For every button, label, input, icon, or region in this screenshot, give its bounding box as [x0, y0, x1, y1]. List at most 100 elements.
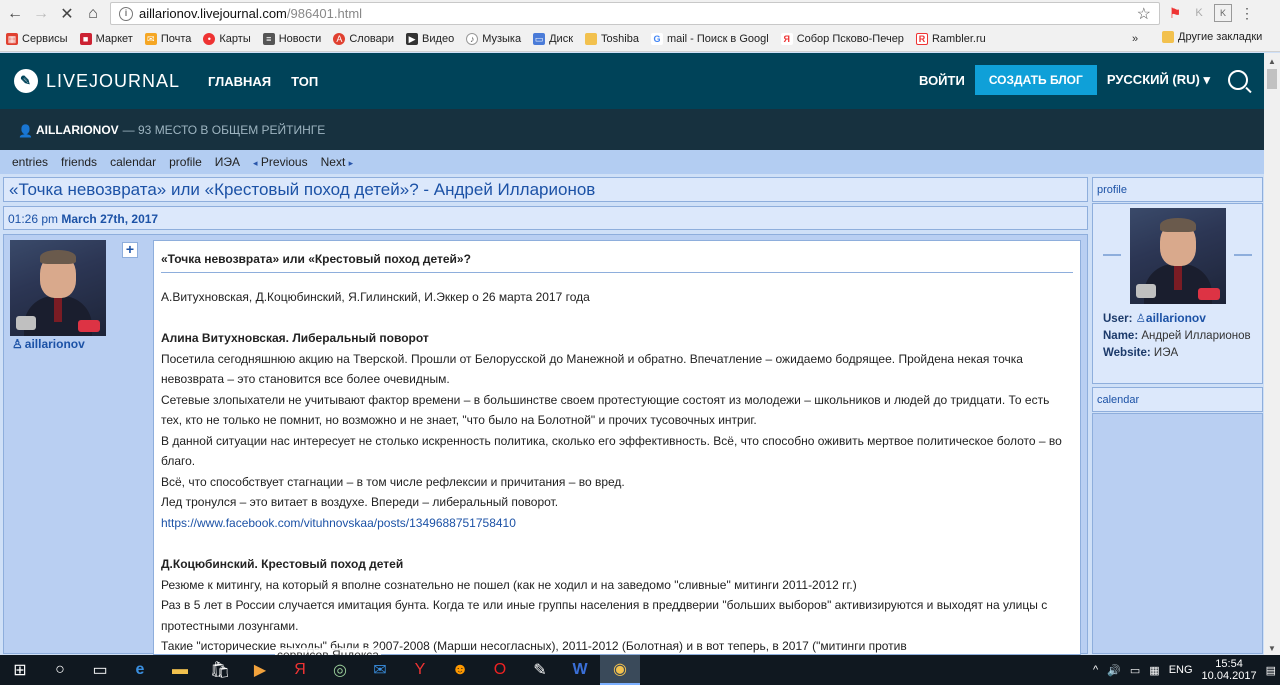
bookmark-star-icon[interactable]: ☆: [1137, 4, 1151, 24]
store-icon[interactable]: 🛍: [200, 655, 240, 685]
opera-icon[interactable]: O: [480, 655, 520, 685]
nav-calendar[interactable]: calendar: [110, 155, 156, 169]
chevron-left-icon: ◂: [253, 158, 258, 168]
bookmark-item[interactable]: ♪ Музыка: [466, 33, 521, 45]
nav-main-link[interactable]: ГЛАВНАЯ: [208, 74, 271, 89]
login-link[interactable]: ВОЙТИ: [919, 73, 965, 88]
notifications-icon[interactable]: ▤: [1266, 664, 1276, 677]
mail-icon[interactable]: ✉: [360, 655, 400, 685]
clock[interactable]: 15:54 10.04.2017: [1202, 658, 1257, 682]
profile-avatar[interactable]: [1130, 208, 1226, 304]
volume-icon[interactable]: 🔊: [1107, 664, 1121, 677]
app-orange-icon[interactable]: ☻: [440, 655, 480, 685]
bookmark-item[interactable]: A Словари: [333, 33, 394, 45]
entry-date: 01:26 pm March 27th, 2017: [3, 206, 1088, 230]
lj-pencil-icon: ✎: [14, 69, 38, 93]
bookmark-item[interactable]: Я Собор Псково-Печер: [780, 33, 904, 45]
language-selector[interactable]: РУССКИЙ (RU) ▾: [1107, 72, 1210, 88]
chrome-icon[interactable]: ◉: [600, 655, 640, 685]
nav-iea[interactable]: ИЭА: [215, 155, 240, 169]
nav-previous[interactable]: ◂ Previous: [253, 155, 308, 169]
bookmark-item[interactable]: ▦ Сервисы: [6, 33, 68, 45]
nav-next[interactable]: Next ▸: [321, 155, 354, 169]
word-icon[interactable]: W: [560, 655, 600, 685]
yandex-flag-extension-icon[interactable]: ⚑: [1166, 4, 1184, 22]
section-heading: Д.Коцюбинский. Крестовый поход детей: [161, 557, 404, 571]
windows-start-icon[interactable]: ⊞: [0, 655, 40, 685]
nav-friends[interactable]: friends: [61, 155, 97, 169]
nav-profile[interactable]: profile: [169, 155, 202, 169]
avatar[interactable]: [10, 240, 106, 336]
site-info-icon[interactable]: i: [119, 6, 133, 21]
home-icon[interactable]: ⌂: [82, 3, 104, 25]
nav-entries[interactable]: entries: [12, 155, 48, 169]
page-scrollbar[interactable]: ▲ ▼: [1264, 53, 1280, 655]
sidebar-calendar-header: calendar: [1092, 387, 1263, 412]
journal-rank: — 93 МЕСТО В ОБЩЕМ РЕЙТИНГЕ: [122, 122, 326, 137]
music-icon: ♪: [466, 33, 479, 45]
lj-logo[interactable]: ✎ LIVEJOURNAL: [14, 69, 180, 93]
bookmark-item[interactable]: ✉ Почта: [144, 33, 191, 45]
bookmark-item[interactable]: ■ Маркет: [79, 33, 133, 45]
bookmark-item[interactable]: ▭ Диск: [533, 33, 573, 45]
dictionary-icon: A: [333, 33, 346, 45]
forward-arrow-icon[interactable]: →: [30, 3, 52, 25]
add-memory-button[interactable]: +: [122, 242, 138, 258]
bookmarks-overflow-button[interactable]: »: [1132, 33, 1138, 45]
search-icon[interactable]: [1228, 70, 1248, 90]
bookmark-item[interactable]: • Карты: [203, 33, 251, 45]
profile-info: User: ♙aillarionov Name: Андрей Илларион…: [1103, 311, 1251, 359]
task-view-icon[interactable]: ▭: [80, 655, 120, 685]
scroll-thumb[interactable]: [1267, 69, 1277, 89]
folder-icon: [1162, 31, 1174, 43]
sidebar-profile: User: ♙aillarionov Name: Андрей Илларион…: [1092, 203, 1263, 384]
user-icon: ♙: [1135, 313, 1146, 325]
poster-username[interactable]: ♙ aillarionov: [12, 337, 85, 351]
battery-icon[interactable]: ▭: [1130, 664, 1140, 677]
k-extension-icon[interactable]: K: [1190, 4, 1208, 22]
entry-body: «Точка невозврата» или «Крестовый поход …: [153, 240, 1081, 655]
menu-dots-icon[interactable]: ⋮: [1238, 4, 1256, 22]
stop-loading-icon[interactable]: ✕: [56, 3, 78, 25]
profile-username[interactable]: aillarionov: [1146, 311, 1206, 325]
edge-icon[interactable]: e: [120, 655, 160, 685]
journal-owner-name[interactable]: AILLARIONOV: [36, 123, 119, 137]
facebook-link[interactable]: https://www.facebook.com/vituhnovskaa/po…: [161, 516, 516, 530]
entry-date-link[interactable]: March 27th, 2017: [61, 212, 158, 226]
bookmark-item[interactable]: ≡ Новости: [262, 33, 321, 45]
paragraph: Лед тронулся – это витает в воздухе. Впе…: [161, 495, 559, 509]
profile-website[interactable]: ИЭА: [1154, 347, 1178, 359]
rambler-icon: R: [915, 33, 928, 45]
yandex-browser-icon[interactable]: Y: [400, 655, 440, 685]
address-bar[interactable]: i aillarionov.livejournal.com/986401.htm…: [110, 2, 1160, 25]
nav-top-link[interactable]: ТОП: [291, 74, 318, 89]
media-player-icon[interactable]: ▶: [240, 655, 280, 685]
bookmark-item[interactable]: Toshiba: [585, 33, 639, 45]
entry-area: ♙ aillarionov + «Точка невозврата» или «…: [3, 234, 1088, 655]
folder-icon: [585, 33, 598, 45]
entry-title: «Точка невозврата» или «Крестовый поход …: [161, 249, 1073, 273]
network-icon[interactable]: ▦: [1149, 664, 1159, 677]
journal-nav: entries friends calendar profile ИЭА ◂ P…: [0, 150, 1264, 174]
kaspersky-extension-icon[interactable]: K: [1214, 4, 1232, 22]
tray-expand-icon[interactable]: ^: [1093, 664, 1098, 676]
system-tray: ^ 🔊 ▭ ▦ ENG 15:54 10.04.2017 ▤: [1093, 655, 1276, 685]
entry-time: 01:26 pm: [8, 212, 59, 226]
language-indicator[interactable]: ENG: [1169, 664, 1193, 676]
bookmark-item[interactable]: Gmail - Поиск в Googl: [650, 33, 769, 45]
scroll-down-icon[interactable]: ▼: [1268, 644, 1276, 653]
bookmark-item[interactable]: ▶ Видео: [406, 33, 454, 45]
app-circle-icon[interactable]: ◎: [320, 655, 360, 685]
yandex-icon[interactable]: Я: [280, 655, 320, 685]
search-icon[interactable]: ○: [40, 655, 80, 685]
create-blog-button[interactable]: СОЗДАТЬ БЛОГ: [974, 65, 1097, 95]
other-bookmarks[interactable]: Другие закладки: [1162, 31, 1262, 43]
app-tool-icon[interactable]: ✎: [520, 655, 560, 685]
bookmark-item[interactable]: R Rambler.ru: [915, 33, 986, 45]
paragraph: Сетевые злопыхатели не учитывают фактор …: [161, 392, 1050, 428]
scroll-up-icon[interactable]: ▲: [1268, 57, 1276, 66]
paragraph: Резюме к митингу, на который я вполне со…: [161, 577, 857, 592]
file-explorer-icon[interactable]: ▬: [160, 655, 200, 685]
journal-owner-bar: 👤 AILLARIONOV — 93 МЕСТО В ОБЩЕМ РЕЙТИНГ…: [0, 109, 1264, 150]
back-arrow-icon[interactable]: ←: [4, 3, 26, 25]
